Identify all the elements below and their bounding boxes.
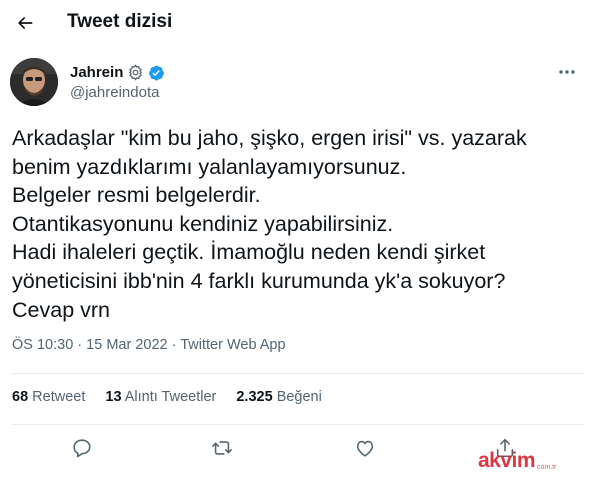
meta-separator: · [77, 337, 83, 353]
arrow-left-icon [18, 17, 33, 29]
retweets-count: 68 [12, 389, 29, 405]
tweet-line: Arkadaşlar "kim bu jaho, şişko, ergen ir… [12, 126, 527, 150]
tweet-meta: ÖS 10:30 · 15 Mar 2022 · Twitter Web App [12, 337, 286, 353]
retweet-button[interactable] [208, 434, 236, 462]
avatar-image [10, 58, 58, 106]
tweet-line: Hadi ihaleleri geçtik. İmamoğlu neden ke… [12, 240, 486, 265]
header: Tweet dizisi [0, 0, 597, 46]
tweet-date[interactable]: 15 Mar 2022 [86, 337, 167, 353]
tweet-time[interactable]: ÖS 10:30 [12, 337, 73, 353]
page-title: Tweet dizisi [67, 11, 173, 32]
avatar[interactable] [10, 58, 58, 106]
watermark-logo: akvim com.tr [478, 448, 557, 474]
likes-count: 2.325 [236, 389, 273, 405]
tweet-stats: 68 Retweet 13 Alıntı Tweetler 2.325 Beğe… [12, 389, 342, 405]
user-name-row: Jahrein [70, 62, 165, 82]
back-button[interactable] [8, 6, 42, 40]
divider [12, 373, 585, 374]
retweet-icon [212, 441, 232, 455]
retweets-stat[interactable]: 68 Retweet [12, 389, 85, 405]
like-button[interactable] [351, 434, 379, 462]
tweet-source[interactable]: Twitter Web App [180, 337, 285, 353]
user-handle[interactable]: @jahreindota [70, 84, 159, 101]
retweets-label: Retweet [32, 389, 86, 405]
watermark-brand: akvim [478, 449, 536, 472]
tweet-line: Otantikasyonunu kendiniz yapabilirsiniz. [12, 211, 394, 236]
tweet-line: yöneticisini ibb'nin 4 farklı kurumunda … [12, 268, 506, 293]
likes-stat[interactable]: 2.325 Beğeni [236, 389, 321, 405]
tweet-line: Cevap vrn [12, 297, 110, 322]
settings-gear-icon [127, 63, 144, 81]
quotes-label: Alıntı Tweetler [124, 389, 217, 405]
tweet-line: benim yazdıklarımı yalanlayamıyorsunuz. [12, 154, 407, 179]
like-icon [356, 440, 374, 457]
reply-button[interactable] [68, 434, 96, 462]
divider [12, 424, 585, 425]
more-options-button[interactable] [556, 62, 578, 82]
tweet-line: Belgeler resmi belgelerdir. [12, 183, 261, 208]
tweet-text: Arkadaşlar "kim bu jaho, şişko, ergen ir… [12, 124, 582, 324]
more-dots-icon [559, 70, 575, 74]
reply-icon [73, 439, 91, 458]
meta-separator: · [171, 337, 177, 353]
quotes-count: 13 [105, 389, 122, 405]
verified-badge-icon [148, 64, 165, 81]
user-name[interactable]: Jahrein [70, 64, 123, 81]
quotes-stat[interactable]: 13 Alıntı Tweetler [105, 389, 216, 405]
watermark-domain: com.tr [537, 463, 557, 471]
likes-label: Beğeni [276, 389, 322, 405]
